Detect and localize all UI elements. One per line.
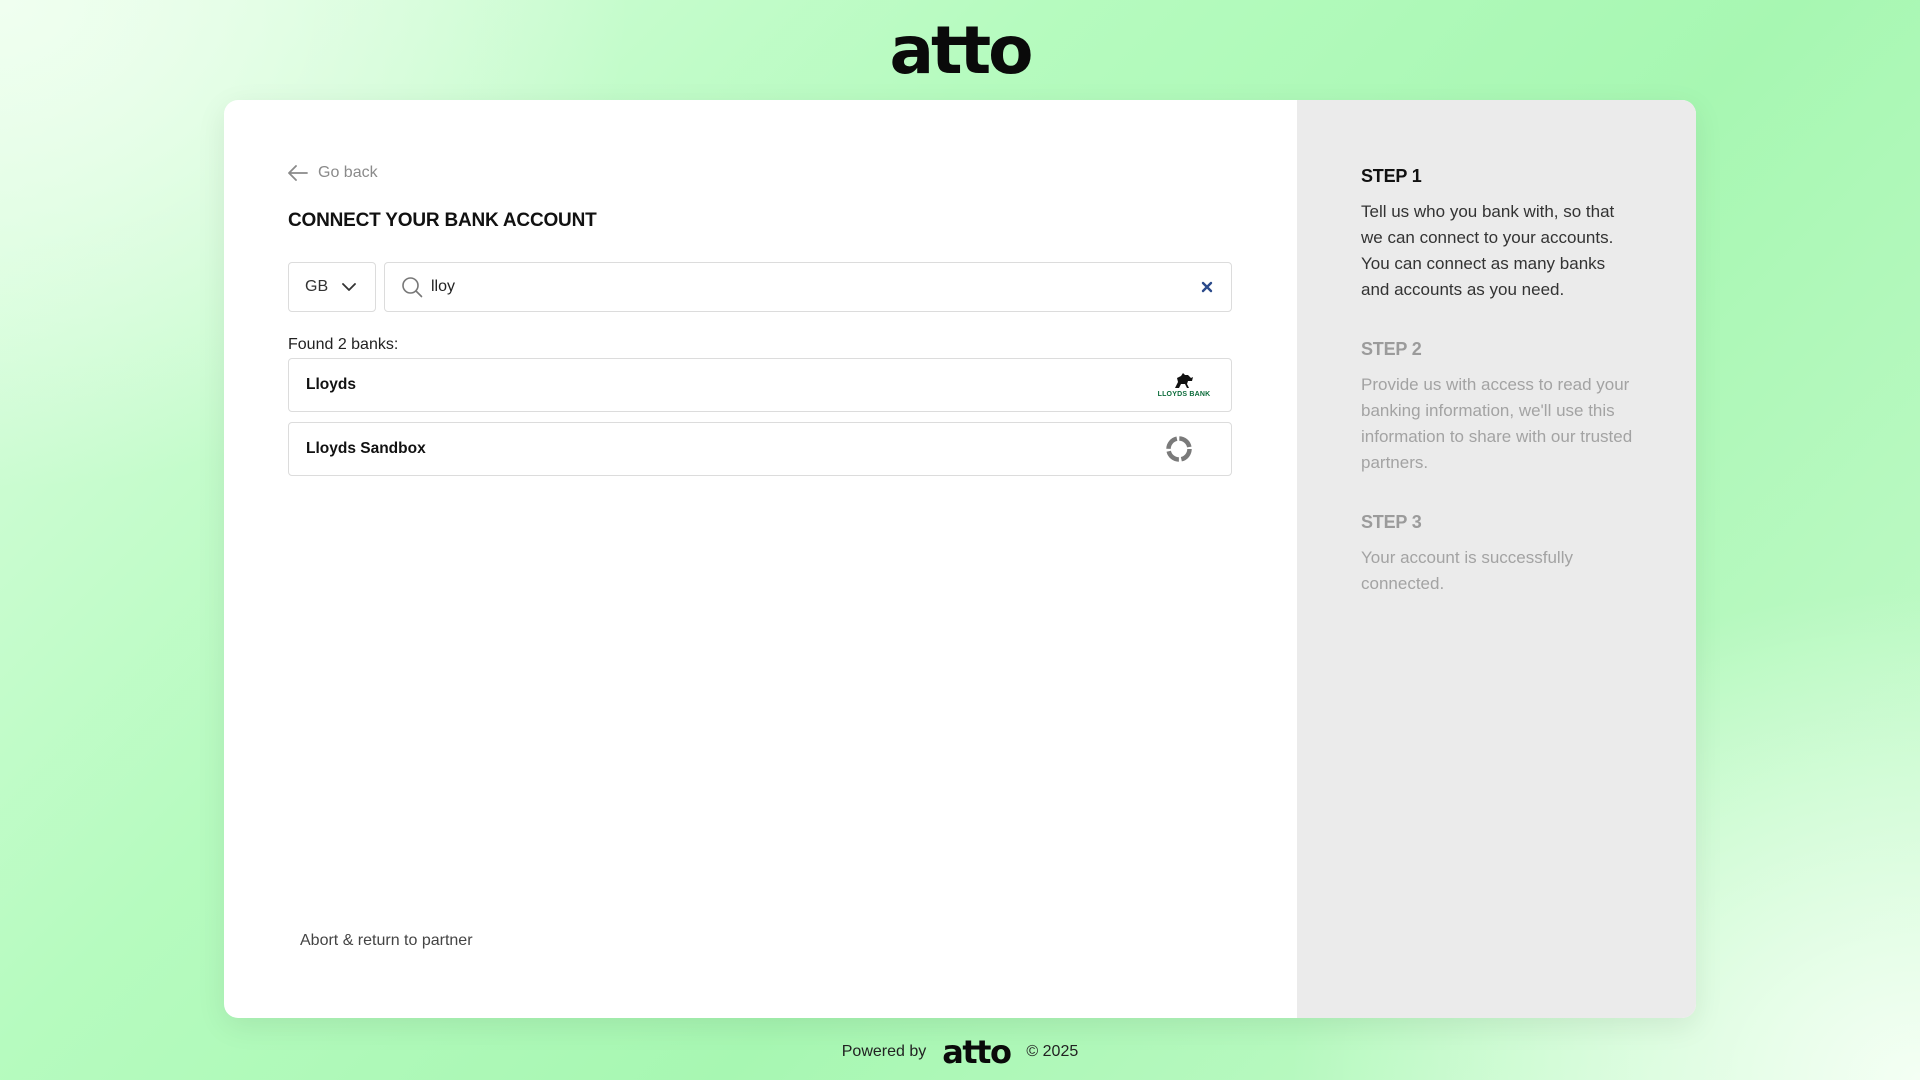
bank-name: Lloyds Sandbox [306,440,426,457]
lloyds-logo-text: LLOYDS BANK [1157,391,1211,398]
chevron-down-icon [342,282,357,291]
black-horse-icon [1175,373,1193,388]
atto-logo: atto [889,12,1034,89]
go-back-link[interactable]: Go back [288,164,378,182]
lloyds-bank-logo: LLOYDS BANK [1155,372,1213,398]
clear-search-button[interactable] [1197,277,1217,297]
steps-panel: STEP 1 Tell us who you bank with, so tha… [1297,100,1696,1018]
copyright-text: © 2025 [1026,1043,1079,1060]
generic-bank-icon [1166,436,1192,462]
powered-by-label: Powered by [841,1043,927,1060]
connect-panel: Go back CONNECT YOUR BANK ACCOUNT GB Fou… [224,100,1297,1018]
close-icon [1201,281,1213,293]
step-title: STEP 3 [1361,512,1422,532]
bank-results-list: Lloyds LLOYDS BANK Lloyds Sandbox [288,358,1232,486]
step-1: STEP 1 Tell us who you bank with, so tha… [1361,166,1636,303]
bank-item-lloyds-sandbox[interactable]: Lloyds Sandbox [288,422,1232,476]
bank-search-input[interactable] [431,278,1197,296]
country-selected-value: GB [305,278,329,295]
page-title: CONNECT YOUR BANK ACCOUNT [288,210,597,231]
bank-item-lloyds[interactable]: Lloyds LLOYDS BANK [288,358,1232,412]
header-logo: atto [0,18,1920,84]
bank-name: Lloyds [306,376,356,393]
country-select[interactable]: GB [288,262,376,312]
step-title: STEP 2 [1361,339,1422,359]
abort-return-link[interactable]: Abort & return to partner [300,932,473,950]
connect-card: Go back CONNECT YOUR BANK ACCOUNT GB Fou… [224,100,1696,1018]
results-count: Found 2 banks: [288,336,399,353]
bank-search-box [384,262,1232,312]
search-icon [402,277,423,298]
step-3: STEP 3 Your account is successfully conn… [1361,512,1636,597]
step-description: Provide us with access to read your bank… [1361,375,1633,472]
arrow-left-icon [288,165,308,181]
step-description: Your account is successfully connected. [1361,548,1573,593]
footer: Powered by atto © 2025 [0,1036,1920,1068]
step-description: Tell us who you bank with, so that we ca… [1361,202,1615,299]
step-title: STEP 1 [1361,166,1422,186]
go-back-label: Go back [318,164,378,181]
atto-footer-logo: atto [942,1033,1012,1071]
step-2: STEP 2 Provide us with access to read yo… [1361,339,1636,476]
